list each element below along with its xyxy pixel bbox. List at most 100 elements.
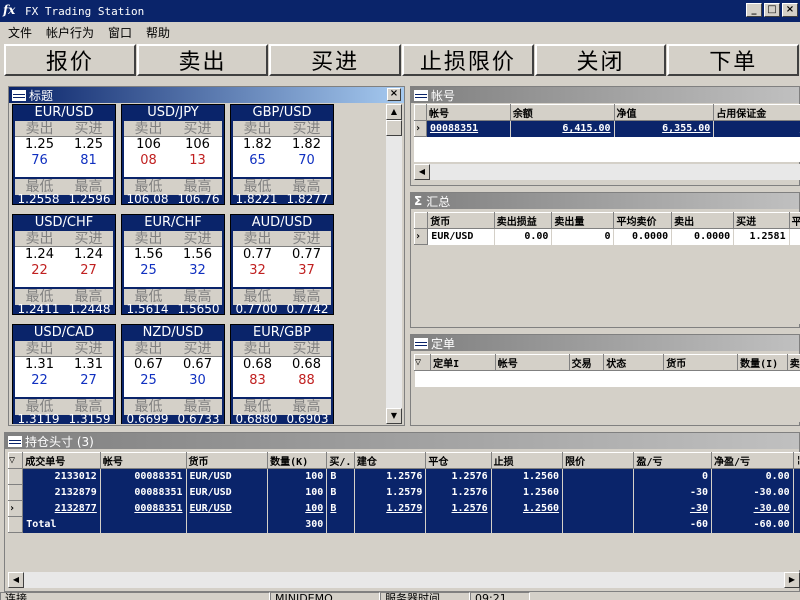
- quote-card[interactable]: NZD/USD 卖出 买进 0.67 0.67 25 30 最低 最高 0.6699 0.6733: [121, 324, 225, 424]
- positions-hscroll[interactable]: ◀ ▶: [8, 572, 800, 588]
- quote-buy-label[interactable]: 买进: [282, 341, 331, 357]
- quote-buy-pips[interactable]: 81: [64, 153, 113, 169]
- menu-help[interactable]: 帮助: [144, 24, 172, 41]
- quote-buy-price[interactable]: 1.25: [64, 137, 113, 153]
- quote-sell-label[interactable]: 卖出: [15, 341, 64, 357]
- scroll-thumb[interactable]: [386, 120, 402, 136]
- table-cell[interactable]: 100: [267, 468, 328, 485]
- table-cell[interactable]: 1.2576: [425, 484, 492, 501]
- quote-sell-price[interactable]: 1.24: [15, 247, 64, 263]
- sell-button[interactable]: 卖出: [136, 44, 269, 76]
- close-position-button[interactable]: 关闭: [534, 44, 667, 76]
- col-trade-id[interactable]: 成交单号: [22, 452, 101, 469]
- menu-account-actions[interactable]: 帐户行为: [44, 24, 96, 41]
- table-cell[interactable]: 100: [267, 484, 328, 501]
- quote-card[interactable]: USD/CAD 卖出 买进 1.31 1.31 22 27 最低 最高 1.3119 1.3159: [12, 324, 116, 424]
- quote-sell-price[interactable]: 1.25: [15, 137, 64, 153]
- table-cell[interactable]: 1.2560: [491, 500, 564, 517]
- table-row[interactable]: ›EUR/USD0.0000.00000.00001.25811.25: [414, 228, 800, 245]
- col-net-pl[interactable]: 净盈/亏: [711, 452, 794, 469]
- table-cell[interactable]: 0: [551, 228, 615, 245]
- quote-button[interactable]: 报价: [4, 44, 136, 76]
- quote-sell-label[interactable]: 卖出: [233, 121, 282, 137]
- table-cell[interactable]: 1.25: [789, 228, 800, 245]
- col-sell-pl[interactable]: 卖出损益: [493, 212, 553, 229]
- scroll-left-icon[interactable]: ◀: [414, 164, 430, 180]
- row-selector-icon[interactable]: ›: [414, 228, 429, 245]
- menu-file[interactable]: 文件: [6, 24, 34, 41]
- close-panel-icon[interactable]: ×: [387, 88, 401, 101]
- row-selector-icon[interactable]: ›: [8, 500, 24, 517]
- row-selector-icon[interactable]: [8, 484, 24, 501]
- quote-sell-pips[interactable]: 08: [124, 153, 173, 169]
- quote-buy-pips[interactable]: 30: [173, 373, 222, 389]
- place-order-button[interactable]: 下单: [667, 44, 800, 76]
- quote-buy-pips[interactable]: 27: [64, 373, 113, 389]
- col-buy[interactable]: 买进: [733, 212, 790, 229]
- col-account[interactable]: 帐号: [425, 104, 511, 121]
- quote-sell-price[interactable]: 1.82: [233, 137, 282, 153]
- table-cell[interactable]: 2132877: [22, 500, 101, 517]
- menu-window[interactable]: 窗口: [106, 24, 134, 41]
- table-cell[interactable]: 0.00: [711, 468, 794, 485]
- quote-card[interactable]: EUR/USD 卖出 买进 1.25 1.25 76 81 最低 最高 1.2558 1.2596: [12, 104, 116, 205]
- quote-buy-label[interactable]: 买进: [64, 341, 113, 357]
- quote-buy-pips[interactable]: 70: [282, 153, 331, 169]
- col-equity[interactable]: 净值: [613, 104, 715, 121]
- quote-sell-pips[interactable]: 22: [15, 373, 64, 389]
- table-cell[interactable]: [562, 484, 635, 501]
- row-selector-icon[interactable]: ›: [414, 120, 427, 137]
- col-avg[interactable]: 平均: [788, 212, 800, 229]
- quote-buy-price[interactable]: 0.77: [282, 247, 331, 263]
- col-limit[interactable]: 限价: [562, 452, 635, 469]
- table-cell[interactable]: 00088351: [426, 120, 511, 137]
- col-balance[interactable]: 余额: [509, 104, 615, 121]
- quote-sell-label[interactable]: 卖出: [124, 231, 173, 247]
- quote-sell-price[interactable]: 0.67: [124, 357, 173, 373]
- quote-card[interactable]: USD/JPY 卖出 买进 106 106 08 13 最低 最高 106.08 106.76: [121, 104, 225, 205]
- table-cell[interactable]: EUR/USD: [186, 500, 269, 517]
- table-row[interactable]: 2133012 00088351 EUR/USD 100 B 1.2576 1.2576 1.…: [8, 468, 800, 485]
- quote-buy-label[interactable]: 买进: [173, 231, 222, 247]
- table-cell[interactable]: 3,900: [713, 120, 800, 137]
- quote-sell-pips[interactable]: 65: [233, 153, 282, 169]
- quote-buy-price[interactable]: 0.68: [282, 357, 331, 373]
- col-open[interactable]: 建仓: [353, 452, 427, 469]
- quote-sell-price[interactable]: 0.77: [233, 247, 282, 263]
- quote-buy-label[interactable]: 买进: [173, 121, 222, 137]
- quote-buy-price[interactable]: 0.67: [173, 357, 222, 373]
- table-cell[interactable]: 1.2560: [491, 484, 564, 501]
- quote-sell-price[interactable]: 0.68: [233, 357, 282, 373]
- table-cell[interactable]: 6,415.00: [510, 120, 615, 137]
- quote-card[interactable]: EUR/GBP 卖出 买进 0.68 0.68 83 88 最低 最高 0.6880 0.6903: [230, 324, 334, 424]
- table-cell[interactable]: EUR/USD: [427, 228, 495, 245]
- scroll-up-icon[interactable]: ▲: [386, 104, 402, 120]
- maximize-icon[interactable]: □: [764, 3, 780, 17]
- table-cell[interactable]: 1.2576: [425, 500, 492, 517]
- col-amount[interactable]: 数量(K): [267, 452, 328, 469]
- col-currency[interactable]: 货币: [185, 452, 269, 469]
- scroll-left-icon[interactable]: ◀: [8, 572, 24, 588]
- col-avg-sell[interactable]: 平均卖价: [613, 212, 673, 229]
- col-currency[interactable]: 货币: [663, 354, 739, 371]
- row-selector-icon[interactable]: [8, 468, 24, 485]
- col-used-margin[interactable]: 占用保证金: [713, 104, 800, 121]
- scroll-right-icon[interactable]: ▶: [784, 572, 800, 588]
- quote-buy-pips[interactable]: 32: [173, 263, 222, 279]
- quote-buy-price[interactable]: 1.31: [64, 357, 113, 373]
- minimize-icon[interactable]: _: [746, 3, 762, 17]
- quote-card[interactable]: GBP/USD 卖出 买进 1.82 1.82 65 70 最低 最高 1.8221 1.8277: [230, 104, 334, 205]
- table-cell[interactable]: 00088351: [100, 484, 187, 501]
- quote-sell-price[interactable]: 1.56: [124, 247, 173, 263]
- table-cell[interactable]: 0.00: [494, 228, 553, 245]
- table-cell[interactable]: 100: [267, 500, 328, 517]
- quote-sell-label[interactable]: 卖出: [15, 121, 64, 137]
- col-sell[interactable]: 卖出: [671, 212, 735, 229]
- quote-sell-label[interactable]: 卖出: [124, 341, 173, 357]
- col-pl[interactable]: 盈/亏: [633, 452, 713, 469]
- accounts-hscroll[interactable]: ◀: [414, 164, 800, 180]
- table-cell[interactable]: B: [326, 500, 355, 517]
- quote-card[interactable]: EUR/CHF 卖出 买进 1.56 1.56 25 32 最低 最高 1.5614 1.5650: [121, 214, 225, 315]
- col-currency[interactable]: 货币: [427, 212, 495, 229]
- quote-sell-pips[interactable]: 22: [15, 263, 64, 279]
